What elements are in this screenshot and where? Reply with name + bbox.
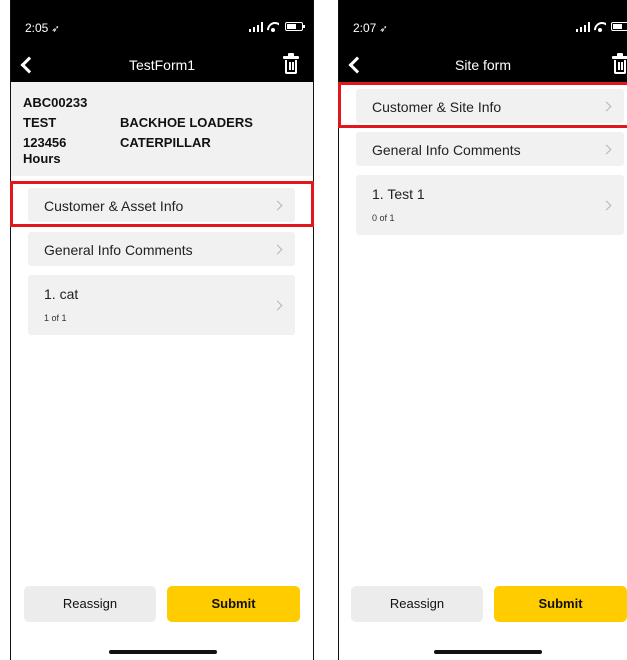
menu-item-label: 1. Test 1 bbox=[372, 186, 425, 202]
chevron-right-icon bbox=[272, 300, 283, 311]
asset-id: ABC00233 bbox=[23, 95, 88, 110]
section-progress: 1 of 1 bbox=[44, 313, 67, 323]
back-chevron-icon[interactable] bbox=[17, 52, 41, 78]
cellular-signal-icon bbox=[249, 22, 263, 32]
menu-item-section-cat[interactable]: 1. cat 1 of 1 bbox=[28, 275, 295, 335]
chevron-right-icon bbox=[601, 144, 612, 155]
home-indicator[interactable] bbox=[434, 650, 542, 654]
trash-icon[interactable] bbox=[612, 53, 627, 75]
back-chevron-icon[interactable] bbox=[345, 52, 369, 78]
wifi-icon bbox=[267, 22, 279, 32]
asset-info-panel: ABC00233 TEST BACKHOE LOADERS 123456 CAT… bbox=[11, 82, 313, 176]
asset-meter: 123456 bbox=[23, 135, 67, 150]
location-arrow-icon: ➶ bbox=[379, 24, 388, 35]
status-bar: 2:05 ➶ bbox=[11, 0, 313, 48]
reassign-button[interactable]: Reassign bbox=[24, 586, 156, 622]
menu-item-general-info-comments[interactable]: General Info Comments bbox=[356, 132, 624, 166]
status-time: 2:07 bbox=[353, 21, 377, 35]
trash-icon[interactable] bbox=[283, 53, 299, 75]
menu-item-section-test-1[interactable]: 1. Test 1 0 of 1 bbox=[356, 175, 624, 235]
location-arrow-icon: ➶ bbox=[51, 24, 60, 35]
menu-item-label: 1. cat bbox=[44, 286, 79, 302]
nav-bar: Site form bbox=[339, 48, 627, 82]
status-bar: 2:07 ➶ bbox=[339, 0, 627, 48]
cellular-signal-icon bbox=[576, 22, 590, 32]
reassign-button[interactable]: Reassign bbox=[351, 586, 483, 622]
chevron-right-icon bbox=[272, 244, 283, 255]
wifi-icon bbox=[594, 22, 606, 32]
status-time: 2:05 bbox=[25, 21, 49, 35]
phone-screen-testform1: 2:05 ➶ TestForm1 ABC00233 TEST BACKHOE LO… bbox=[10, 0, 314, 660]
asset-make: CATERPILLAR bbox=[120, 135, 211, 150]
highlight-box-customer-site-info bbox=[338, 82, 627, 128]
chevron-right-icon bbox=[601, 200, 612, 211]
page-title: TestForm1 bbox=[128, 57, 196, 73]
nav-bar: TestForm1 bbox=[11, 48, 313, 82]
home-indicator[interactable] bbox=[109, 650, 217, 654]
section-progress: 0 of 1 bbox=[372, 213, 395, 223]
submit-button[interactable]: Submit bbox=[494, 586, 627, 622]
asset-category: BACKHOE LOADERS bbox=[120, 115, 253, 130]
menu-item-general-info-comments[interactable]: General Info Comments bbox=[28, 232, 295, 266]
highlight-box-customer-asset-info bbox=[10, 181, 314, 227]
battery-icon bbox=[611, 22, 627, 31]
battery-icon bbox=[285, 22, 305, 31]
asset-meter-unit: Hours bbox=[23, 151, 61, 166]
page-title: Site form bbox=[454, 57, 511, 73]
submit-button[interactable]: Submit bbox=[167, 586, 300, 622]
menu-item-label: General Info Comments bbox=[44, 242, 193, 258]
menu-item-label: General Info Comments bbox=[372, 142, 521, 158]
asset-name: TEST bbox=[23, 115, 57, 130]
